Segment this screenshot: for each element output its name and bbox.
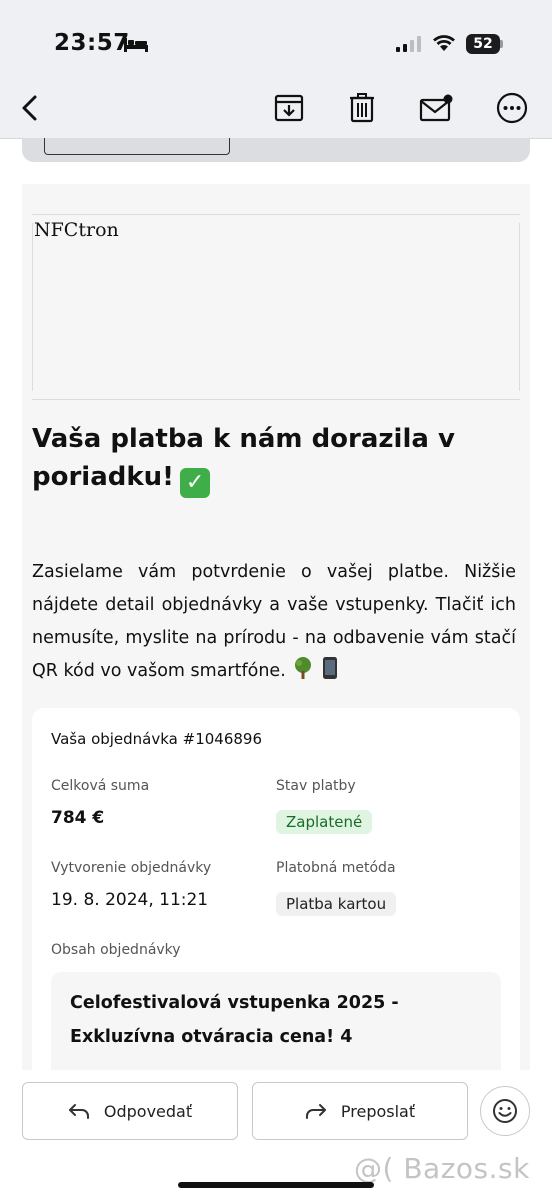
bottom-action-bar: Odpovedať Preposlať @( Bazos.sk (0, 1070, 552, 1200)
delete-button[interactable] (340, 86, 384, 130)
back-button[interactable] (8, 86, 52, 130)
sleep-mode-icon (124, 38, 148, 52)
brand-header: NFCtron (32, 214, 520, 400)
home-indicator (178, 1182, 374, 1188)
order-item-title: Celofestivalová vstupenka 2025 - Exkluzí… (70, 993, 399, 1047)
smartphone-icon (322, 657, 337, 679)
order-summary-card: Vaša objednávka #1046896 Celková suma 78… (32, 708, 520, 1084)
emoji-icon (493, 1099, 517, 1123)
forward-button[interactable]: Preposlať (252, 1082, 468, 1140)
check-mark-icon: ✓ (180, 468, 211, 498)
order-item: Celofestivalová vstupenka 2025 - Exkluzí… (51, 972, 501, 1084)
intro-text: Zasielame vám potvrdenie o vašej platbe.… (32, 562, 516, 681)
created-value: 19. 8. 2024, 11:21 (51, 890, 209, 910)
total-label: Celková suma (51, 778, 150, 794)
archive-icon (274, 94, 304, 122)
tree-icon (295, 657, 312, 679)
mail-toolbar (0, 86, 552, 139)
created-label: Vytvorenie objednávky (51, 860, 212, 876)
more-icon (496, 92, 528, 124)
previous-message-box (44, 138, 230, 155)
payment-method-label: Platobná metóda (276, 860, 396, 876)
more-button[interactable] (490, 86, 534, 130)
payment-status-label: Stav platby (276, 778, 356, 794)
forward-icon (305, 1104, 326, 1119)
brand-logo-text: NFCtron (34, 219, 119, 241)
cellular-signal-icon (396, 36, 421, 52)
status-bar: 23:57 52 (0, 0, 552, 86)
email-body: NFCtron Vaša platba k nám dorazila v por… (22, 184, 530, 1084)
mark-unread-button[interactable] (414, 86, 458, 130)
email-headline: Vaša platba k nám dorazila v poriadku! ✓ (32, 420, 472, 498)
forward-label: Preposlať (340, 1101, 416, 1121)
intro-paragraph: Zasielame vám potvrdenie o vašej platbe.… (32, 556, 516, 688)
reply-button[interactable]: Odpovedať (22, 1082, 238, 1140)
payment-status-badge: Zaplatené (276, 810, 373, 834)
total-value: 784 € (51, 808, 105, 828)
headline-text: Vaša platba k nám dorazila v poriadku! (32, 424, 455, 492)
battery-indicator: 52 (466, 34, 500, 54)
watermark: @( Bazos.sk (354, 1152, 530, 1185)
previous-message-card[interactable] (22, 138, 530, 162)
status-time: 23:57 (54, 30, 130, 56)
payment-method-badge: Platba kartou (276, 892, 397, 916)
back-arrow-icon (22, 95, 37, 121)
reply-icon (68, 1104, 89, 1119)
wifi-icon (433, 35, 455, 51)
mail-unread-icon (419, 94, 453, 122)
trash-icon (350, 93, 374, 123)
order-title: Vaša objednávka #1046896 (51, 730, 263, 748)
emoji-reaction-button[interactable] (480, 1086, 530, 1136)
order-contents-label: Obsah objednávky (51, 942, 181, 958)
reply-label: Odpovedať (103, 1101, 193, 1121)
battery-tip (500, 40, 503, 48)
archive-button[interactable] (267, 86, 311, 130)
